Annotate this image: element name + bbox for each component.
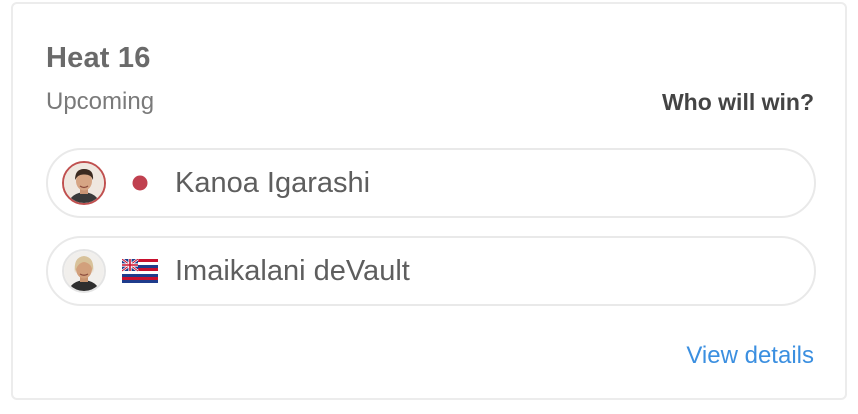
surfer-avatar-icon <box>64 251 104 291</box>
surfer-name: Imaikalani deVault <box>175 254 410 287</box>
surfer-name: Kanoa Igarashi <box>175 166 371 199</box>
view-details-link[interactable]: View details <box>686 342 814 370</box>
surfer-avatar-icon <box>64 163 104 203</box>
hawaii-flag-icon <box>122 259 158 283</box>
heat-title: Heat 16 <box>46 42 151 74</box>
avatar <box>62 249 106 293</box>
prediction-prompt: Who will win? <box>661 89 814 115</box>
heat-status: Upcoming <box>46 88 155 115</box>
japan-flag-icon <box>122 171 158 195</box>
surfer-option-kanoa-igarashi[interactable]: Kanoa Igarashi <box>46 148 816 218</box>
avatar <box>62 161 106 205</box>
surfer-option-imaikalani-devault[interactable]: Imaikalani deVault <box>46 236 816 306</box>
heat-card: Heat 16 Upcoming Who will win? Kanoa Iga… <box>11 2 847 400</box>
